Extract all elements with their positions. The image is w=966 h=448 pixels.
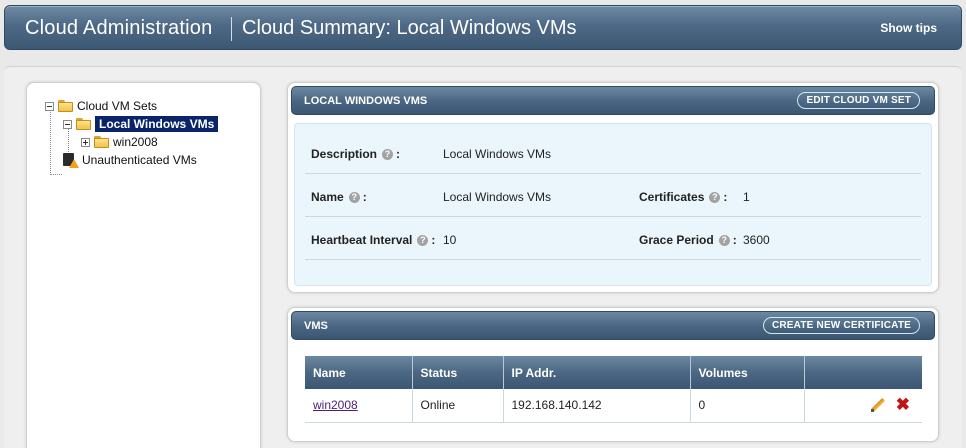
vms-table: Name Status IP Addr. Volumes win2008 Onl… bbox=[305, 356, 922, 423]
vm-name-link[interactable]: win2008 bbox=[313, 398, 358, 412]
tree-node-label: Cloud VM Sets bbox=[77, 99, 158, 113]
heartbeat-value: 10 bbox=[443, 233, 457, 247]
folder-open-icon bbox=[76, 118, 91, 130]
name-label: Name?: bbox=[311, 190, 367, 204]
tree-connector bbox=[50, 174, 62, 175]
table-row: win2008 Online 192.168.140.142 0 ✖ bbox=[305, 389, 923, 423]
column-header-ip[interactable]: IP Addr. bbox=[503, 356, 691, 389]
vms-panel: VMS CREATE NEW CERTIFICATE Name Status I… bbox=[287, 307, 939, 442]
tree-node-win2008[interactable]: win2008 bbox=[81, 133, 158, 151]
edit-cloud-vm-set-button[interactable]: EDIT CLOUD VM SET bbox=[797, 92, 920, 109]
unauthenticated-warning-icon bbox=[63, 152, 79, 168]
panel-header: LOCAL WINDOWS VMS EDIT CLOUD VM SET bbox=[291, 86, 935, 115]
field-label: Description bbox=[311, 147, 378, 161]
vm-status-cell: Online bbox=[412, 389, 504, 423]
vm-ip-cell: 192.168.140.142 bbox=[503, 389, 691, 423]
collapse-icon[interactable] bbox=[45, 101, 54, 111]
grace-period-label: Grace Period?: bbox=[639, 233, 737, 247]
collapse-icon[interactable] bbox=[63, 119, 72, 129]
certificates-value: 1 bbox=[743, 190, 750, 204]
name-certificates-row: Name?: Local Windows VMs Certificates?: … bbox=[305, 175, 921, 217]
vm-name-cell: win2008 bbox=[305, 389, 413, 423]
tree-node-label: Local Windows VMs bbox=[95, 116, 219, 132]
grace-period-value: 3600 bbox=[743, 233, 770, 247]
app-title: Cloud Administration bbox=[25, 17, 213, 39]
navigation-tree-panel: Cloud VM Sets Local Windows VMs win2008 … bbox=[26, 82, 261, 448]
vm-volumes-cell: 0 bbox=[690, 389, 805, 423]
column-header-actions bbox=[804, 356, 922, 389]
field-label: Grace Period bbox=[639, 233, 714, 247]
row-actions: ✖ bbox=[813, 396, 923, 413]
delete-x-icon[interactable]: ✖ bbox=[896, 396, 910, 413]
name-value: Local Windows VMs bbox=[443, 190, 552, 204]
folder-icon bbox=[94, 136, 109, 148]
field-label: Certificates bbox=[639, 190, 705, 204]
column-header-volumes[interactable]: Volumes bbox=[690, 356, 805, 389]
panel-title: LOCAL WINDOWS VMS bbox=[304, 95, 428, 107]
tree-connector bbox=[50, 110, 51, 175]
heartbeat-grace-row: Heartbeat Interval?: 10 Grace Period?: 3… bbox=[305, 218, 921, 260]
page-title: Cloud Summary: Local Windows VMs bbox=[242, 17, 577, 39]
show-tips-link[interactable]: Show tips bbox=[880, 21, 937, 35]
create-new-certificate-button[interactable]: CREATE NEW CERTIFICATE bbox=[762, 317, 920, 334]
table-header-row: Name Status IP Addr. Volumes bbox=[305, 356, 922, 389]
heartbeat-label: Heartbeat Interval?: bbox=[311, 233, 436, 247]
panel-header: VMS CREATE NEW CERTIFICATE bbox=[291, 311, 935, 340]
help-icon[interactable]: ? bbox=[709, 191, 721, 203]
tree-node-label: Unauthenticated VMs bbox=[82, 153, 197, 167]
help-icon[interactable]: ? bbox=[417, 234, 429, 246]
folder-icon bbox=[58, 100, 73, 112]
title-separator bbox=[231, 17, 232, 41]
vm-actions-cell: ✖ bbox=[804, 389, 923, 423]
vm-set-details-panel: LOCAL WINDOWS VMS EDIT CLOUD VM SET Desc… bbox=[287, 82, 939, 293]
field-label: Heartbeat Interval bbox=[311, 233, 413, 247]
tree-node-local-windows-vms[interactable]: Local Windows VMs bbox=[63, 115, 219, 133]
description-row: Description?: Local Windows VMs bbox=[305, 132, 921, 174]
help-icon[interactable]: ? bbox=[718, 234, 730, 246]
expand-icon[interactable] bbox=[81, 137, 90, 147]
description-value: Local Windows VMs bbox=[443, 147, 552, 161]
help-icon[interactable]: ? bbox=[382, 148, 394, 160]
panel-title: VMS bbox=[304, 320, 328, 332]
app-header: Cloud Administration Cloud Summary: Loca… bbox=[4, 5, 962, 50]
help-icon[interactable]: ? bbox=[348, 191, 360, 203]
certificates-label: Certificates?: bbox=[639, 190, 728, 204]
edit-pencil-icon[interactable] bbox=[870, 397, 886, 413]
tree-node-cloud-vm-sets[interactable]: Cloud VM Sets bbox=[45, 97, 157, 115]
field-label: Name bbox=[311, 190, 344, 204]
column-header-status[interactable]: Status bbox=[412, 356, 504, 389]
description-label: Description?: bbox=[311, 147, 401, 161]
tree-node-unauthenticated-vms[interactable]: Unauthenticated VMs bbox=[63, 151, 197, 169]
column-header-name[interactable]: Name bbox=[305, 356, 413, 389]
tree-node-label: win2008 bbox=[113, 135, 158, 149]
details-body: Description?: Local Windows VMs Name?: L… bbox=[294, 123, 932, 286]
